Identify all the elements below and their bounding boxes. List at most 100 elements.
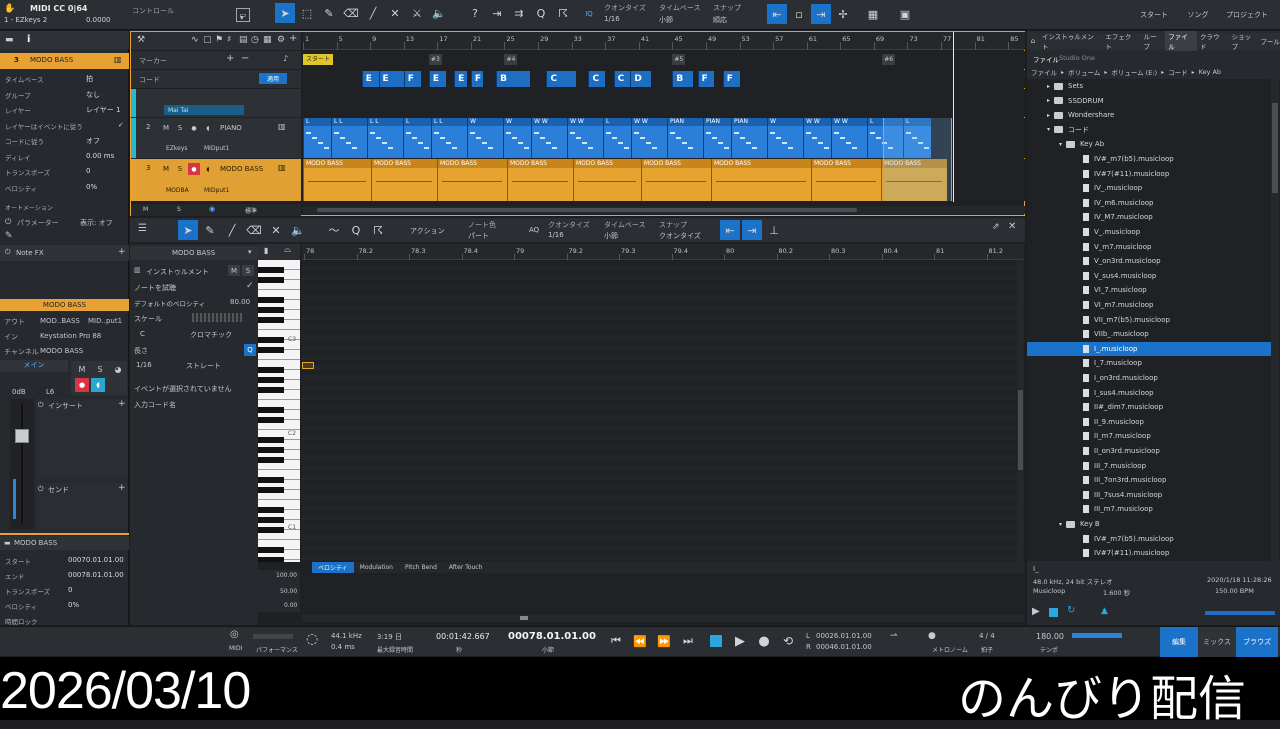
- ed-mute-button[interactable]: M: [228, 265, 240, 276]
- inspector-row[interactable]: ディレイ 0.00 ms: [0, 149, 128, 164]
- ed-ripple-icon[interactable]: ⊥: [764, 220, 784, 240]
- insert-add-icon[interactable]: +: [118, 399, 126, 409]
- piano-clip[interactable]: PIAN: [731, 118, 767, 158]
- bass-clip[interactable]: MODO BASS: [303, 159, 371, 201]
- file-tree-item[interactable]: VI_7.musicloop: [1027, 283, 1271, 297]
- track-2-solo[interactable]: S: [174, 122, 186, 134]
- file-tree-item[interactable]: II_m7.musicloop: [1027, 429, 1271, 443]
- nav-start[interactable]: スタート: [1134, 0, 1174, 30]
- metronome-icon[interactable]: ●: [928, 631, 936, 641]
- aq-button[interactable]: AQ: [529, 226, 539, 234]
- expand-arrow-icon[interactable]: ▸: [1047, 97, 1050, 104]
- info-icon[interactable]: i: [27, 34, 30, 45]
- inspector-row-value[interactable]: 0: [86, 167, 90, 175]
- listen-icon[interactable]: ◕: [111, 363, 125, 375]
- footer-std[interactable]: 標準: [245, 206, 257, 215]
- bass-clip[interactable]: MODO BASS: [711, 159, 811, 201]
- file-tree-item[interactable]: I_.musicloop: [1027, 341, 1271, 356]
- ed-curve-icon[interactable]: ⌓: [284, 245, 291, 255]
- channel-header[interactable]: MODO BASS: [0, 299, 129, 311]
- chord-event[interactable]: F: [697, 71, 715, 87]
- out-select[interactable]: MOD..BASS: [40, 317, 80, 325]
- solo-button[interactable]: S: [93, 363, 107, 375]
- song-marker[interactable]: #3: [428, 54, 442, 65]
- file-tree-item[interactable]: III_7on3rd.musicloop: [1027, 473, 1271, 487]
- tempo-icon[interactable]: ◷: [251, 35, 259, 45]
- editor-menu-icon[interactable]: ☰: [138, 223, 147, 234]
- editor-listen-icon[interactable]: 🔈: [288, 220, 308, 240]
- event-row-value[interactable]: 00070.01.01.00: [68, 556, 124, 564]
- dropdown-icon[interactable]: ▾: [240, 14, 244, 22]
- ed-preview-check[interactable]: ✓: [246, 281, 254, 291]
- chord-event[interactable]: F: [403, 71, 421, 87]
- preview-metro-icon[interactable]: ▲: [1101, 606, 1108, 616]
- inspector-row[interactable]: トランスポーズ 0: [0, 164, 128, 179]
- lane-aftertouch[interactable]: After Touch: [443, 562, 489, 573]
- inspector-row-value[interactable]: なし: [86, 90, 100, 100]
- ripple-icon[interactable]: ✢: [833, 4, 853, 24]
- marker-nav-icon[interactable]: ♪: [283, 54, 288, 63]
- black-key[interactable]: [258, 557, 284, 562]
- tab-pool[interactable]: プール: [1260, 36, 1280, 46]
- chord-event[interactable]: B: [672, 71, 694, 87]
- bend-icon[interactable]: ☈: [553, 3, 573, 23]
- ed-vscroll-thumb[interactable]: [1018, 390, 1023, 470]
- file-tree-item[interactable]: V_.musicloop: [1027, 225, 1271, 239]
- piano-clip[interactable]: PIAN: [667, 118, 703, 158]
- piano-clip[interactable]: W W: [803, 118, 831, 158]
- nav-project[interactable]: プロジェクト: [1222, 0, 1272, 30]
- editor-zoom-icon[interactable]: Q: [346, 220, 366, 240]
- expand-arrow-icon[interactable]: ▾: [1059, 141, 1062, 148]
- ed-length-q-button[interactable]: Q: [244, 344, 256, 356]
- chord-event[interactable]: D: [630, 71, 652, 87]
- range-tool-icon[interactable]: ⬚: [297, 3, 317, 23]
- mix-page-button[interactable]: ミックス: [1198, 627, 1236, 657]
- file-tree-item[interactable]: I_7.musicloop: [1027, 356, 1271, 370]
- expand-arrow-icon[interactable]: ▾: [1047, 126, 1050, 133]
- velocity-lane[interactable]: [302, 574, 1024, 612]
- notefx-add-icon[interactable]: +: [118, 247, 126, 257]
- expand-arrow-icon[interactable]: ▸: [1047, 112, 1050, 119]
- edit-icon[interactable]: ✎: [5, 231, 13, 241]
- editor-paint-icon[interactable]: ╱: [222, 220, 242, 240]
- eraser-tool-icon[interactable]: ⌫: [341, 3, 361, 23]
- listen-tool-icon[interactable]: 🔈: [429, 3, 449, 23]
- black-key[interactable]: [258, 547, 284, 553]
- track-2-sub[interactable]: EZkeys: [166, 145, 188, 152]
- tab-loops[interactable]: ループ: [1140, 31, 1165, 51]
- timebase-select[interactable]: 小節: [659, 15, 673, 25]
- piano-clip[interactable]: W W: [531, 118, 567, 158]
- ed-track-row[interactable]: MODO BASS ▾: [130, 246, 258, 260]
- ed-len-select[interactable]: 1/16: [136, 361, 152, 369]
- black-key[interactable]: [258, 277, 284, 283]
- file-tree-item[interactable]: IV#_m7(b5).musicloop: [1027, 152, 1271, 166]
- nav-song[interactable]: ソング: [1174, 0, 1222, 30]
- track-3-monitor[interactable]: ◖: [202, 163, 214, 175]
- ed-scale-display[interactable]: [192, 313, 242, 322]
- file-tree-item[interactable]: VII_m7(b5).musicloop: [1027, 313, 1271, 327]
- editor-pencil-icon[interactable]: ✎: [200, 220, 220, 240]
- bass-clip[interactable]: MODO BASS: [811, 159, 881, 201]
- insert-power-icon[interactable]: ⏻: [38, 401, 44, 410]
- black-key[interactable]: [258, 477, 284, 483]
- notecolor-select[interactable]: パート: [468, 231, 489, 241]
- preview-play-icon[interactable]: ▶: [1032, 606, 1040, 617]
- snap-grid-icon[interactable]: ⇤: [767, 4, 787, 24]
- preview-volume[interactable]: [1205, 611, 1275, 615]
- black-key[interactable]: [258, 457, 284, 463]
- expand-arrow-icon[interactable]: ▸: [1047, 83, 1050, 90]
- loop-l-value[interactable]: 00026.01.01.00: [816, 632, 872, 640]
- file-tree-item[interactable]: I_on3rd.musicloop: [1027, 371, 1271, 385]
- track-3-mute[interactable]: M: [160, 163, 172, 175]
- file-tree-item[interactable]: ▾ コード: [1027, 123, 1271, 137]
- mute-button[interactable]: M: [75, 363, 89, 375]
- quantize-select[interactable]: 1/16: [604, 15, 620, 23]
- inspector-row-value[interactable]: レイヤー 1: [86, 105, 120, 115]
- inspector-row[interactable]: グループ なし: [0, 87, 128, 102]
- ed-vel-value[interactable]: 80.00: [230, 298, 250, 306]
- chord-track-icon[interactable]: ♯: [227, 35, 231, 45]
- to-end-icon[interactable]: ⏭: [678, 631, 698, 651]
- note-grid[interactable]: [302, 260, 1017, 562]
- marker-remove-icon[interactable]: −: [241, 53, 249, 64]
- ed-detach-icon[interactable]: ⇗: [992, 222, 1000, 232]
